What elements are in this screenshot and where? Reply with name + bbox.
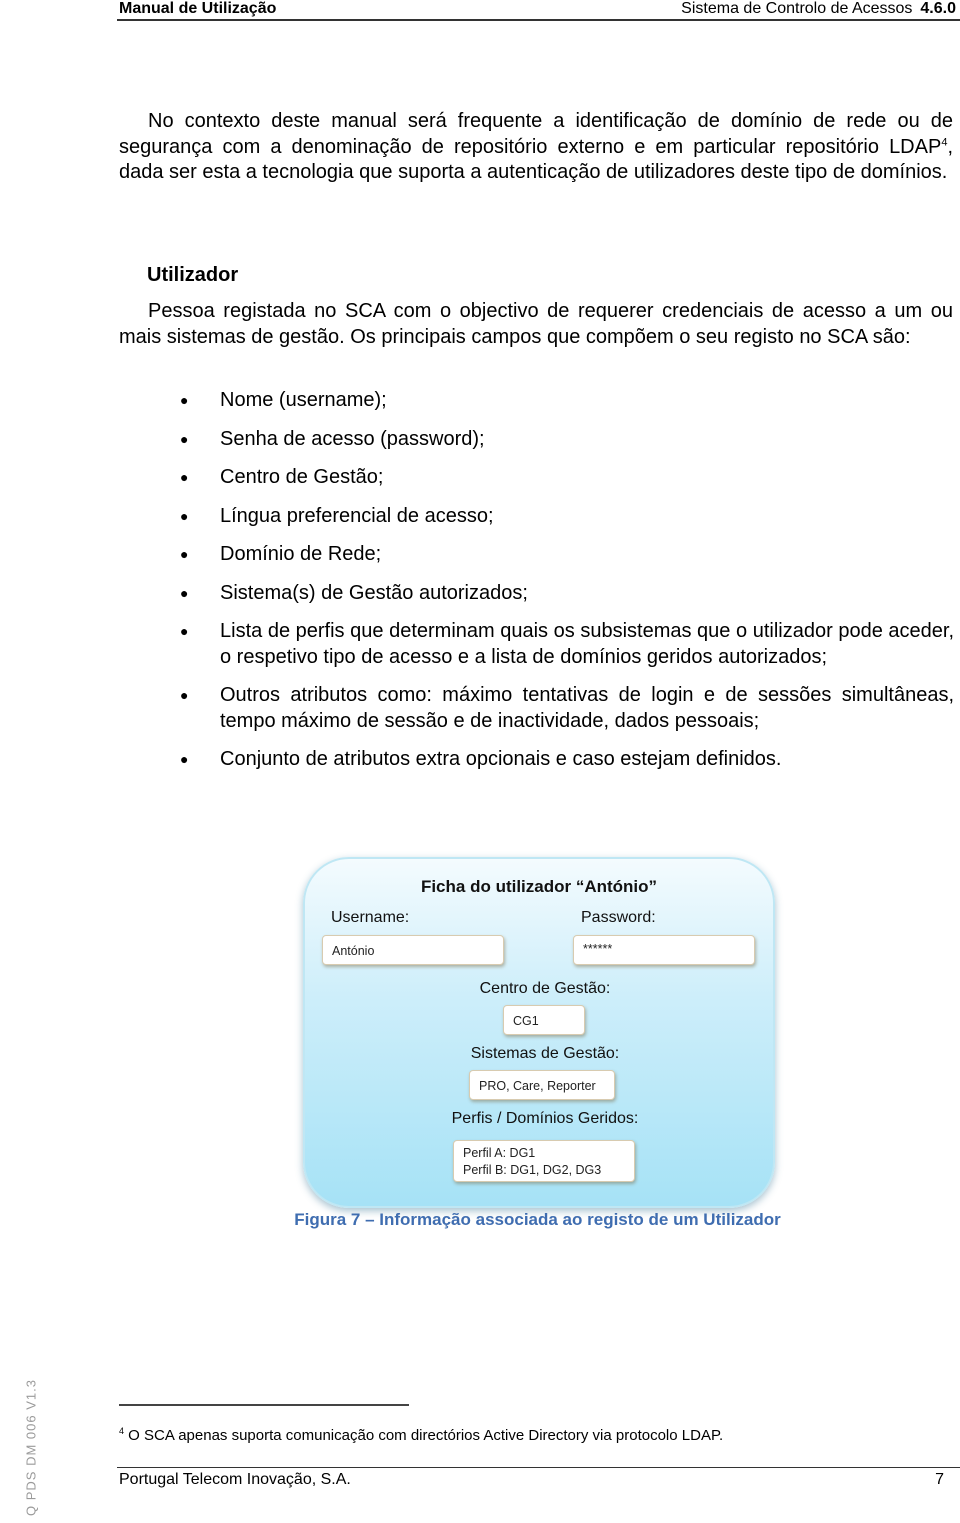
list-item: ● Centro de Gestão; xyxy=(180,465,954,491)
bullet-icon: ● xyxy=(180,392,189,408)
user-record-figure: Ficha do utilizador “António” Username: … xyxy=(303,857,775,1208)
page-number: 7 xyxy=(935,1471,944,1488)
sistemas-label: Sistemas de Gestão: xyxy=(470,1045,620,1062)
section-text: Pessoa registada no SCA com o objectivo … xyxy=(119,300,953,348)
perfis-label: Perfis / Domínios Geridos: xyxy=(451,1110,639,1127)
list-item: ● Lista de perfis que determinam quais os… xyxy=(180,620,954,668)
field-list: ● Nome (username); ● Senha de acesso (pass… xyxy=(180,388,954,773)
list-item: ● Senha de acesso (password); xyxy=(180,427,954,453)
perfis-field: Perfil A: DG1 Perfil B: DG1, DG2, DG3 xyxy=(453,1140,635,1182)
username-field: António xyxy=(322,935,504,965)
header-rule xyxy=(117,19,960,21)
bullet-icon: ● xyxy=(180,507,189,524)
perfil-a: Perfil A: DG1 xyxy=(463,1146,536,1160)
footer-rule xyxy=(117,1467,960,1468)
intro-paragraph: No contexto deste manual será frequente … xyxy=(119,109,953,186)
footnote: 4 O SCA apenas suporta comunicação com d… xyxy=(119,1426,723,1446)
document-code: Q PDS DM 006 V1.3 xyxy=(23,1379,39,1516)
list-item: ● Domínio de Rede; xyxy=(180,542,954,568)
bullet-icon: ● xyxy=(180,430,189,447)
list-item: ● Outros atributos como: máximo tentativa… xyxy=(180,684,954,732)
list-item: ● Sistema(s) de Gestão autorizados; xyxy=(180,581,954,607)
section-paragraph: Pessoa registada no SCA com o objectivo … xyxy=(119,299,953,350)
header-system: Sistema de Controlo de Acessos 4.6.0 xyxy=(681,0,956,18)
section-title: Utilizador xyxy=(147,264,239,286)
bullet-icon: ● xyxy=(180,687,189,703)
password-label: Password: xyxy=(581,909,656,926)
password-field: ****** xyxy=(573,935,755,965)
header-title: Manual de Utilização xyxy=(119,0,277,17)
footer-company: Portugal Telecom Inovação, S.A. xyxy=(119,1471,351,1488)
intro-text: No contexto deste manual será frequente … xyxy=(119,110,953,158)
username-label: Username: xyxy=(331,909,410,926)
bullet-icon: ● xyxy=(180,623,189,639)
header-system-title: Sistema de Controlo de Acessos xyxy=(681,0,913,17)
bullet-icon: ● xyxy=(180,469,189,485)
list-item: ● Língua preferencial de acesso; xyxy=(180,504,954,530)
list-item: ● Conjunto de atributos extra opcionais e… xyxy=(180,747,954,773)
list-item: ● Nome (username); xyxy=(180,388,954,414)
perfil-b: Perfil B: DG1, DG2, DG3 xyxy=(463,1163,602,1177)
figure-title: Ficha do utilizador “António” xyxy=(420,877,658,896)
sistemas-field: PRO, Care, Reporter xyxy=(469,1070,615,1100)
bullet-icon: ● xyxy=(180,751,189,767)
bullet-icon: ● xyxy=(180,584,189,601)
footnote-rule xyxy=(119,1404,409,1406)
footnote-text: O SCA apenas suporta comunicação com dir… xyxy=(124,1427,724,1444)
figure-caption: Figura 7 – Informação associada ao regis… xyxy=(294,1210,781,1229)
bullet-icon: ● xyxy=(180,546,189,562)
header-version: 4.6.0 xyxy=(920,0,956,17)
centro-label: Centro de Gestão: xyxy=(479,980,611,997)
centro-field: CG1 xyxy=(503,1005,585,1035)
